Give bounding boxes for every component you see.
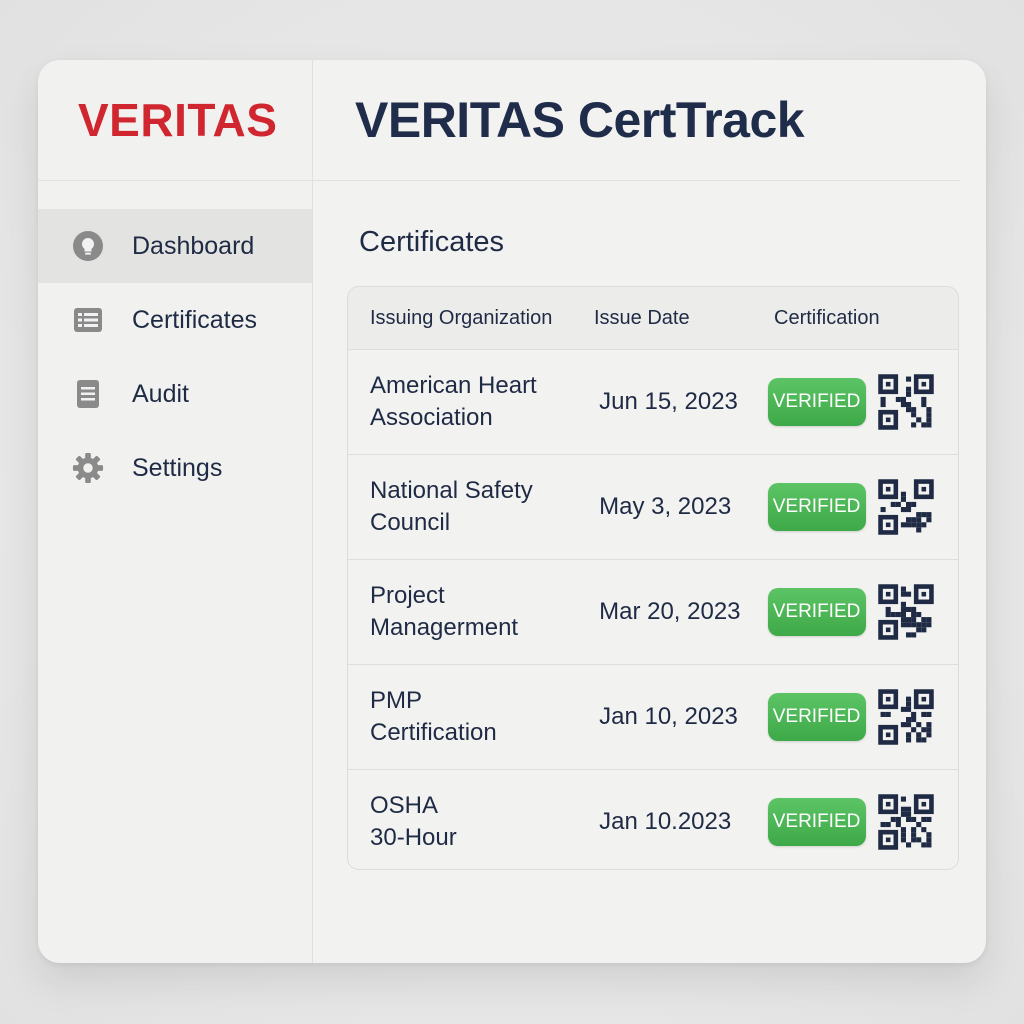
date-cell: Mar 20, 2023	[599, 598, 741, 625]
table-row[interactable]: Project Managerment Mar 20, 2023 VERIFIE…	[348, 560, 958, 665]
column-header-organization[interactable]: Issuing Organization	[348, 307, 572, 330]
list-icon	[72, 304, 104, 336]
date-cell: Jan 10.2023	[599, 808, 732, 835]
section-title: Certificates	[359, 226, 505, 258]
verified-badge[interactable]: VERIFIED	[767, 588, 866, 636]
sidebar-item-certificates[interactable]: Certificates	[38, 283, 312, 357]
table-row[interactable]: OSHA 30-Hour Jan 10.2023 VERIFIED	[348, 770, 958, 869]
document-icon	[72, 378, 104, 410]
main-content: VERITAS CertTrack Certificates Issuing O…	[313, 60, 986, 963]
table-row[interactable]: PMP Certification Jan 10, 2023 VERIFIED	[348, 665, 958, 770]
app-window: VERITAS Dashboard Certificates Audit Set…	[38, 60, 986, 963]
column-header-certification[interactable]: Certification	[752, 307, 958, 330]
verified-badge[interactable]: VERIFIED	[767, 693, 866, 741]
org-cell: OSHA 30-Hour	[370, 792, 457, 851]
column-header-issue-date[interactable]: Issue Date	[572, 307, 752, 330]
qr-code-icon[interactable]	[877, 794, 934, 850]
org-cell: National Safety Council	[370, 477, 533, 536]
sidebar-item-audit[interactable]: Audit	[38, 357, 312, 431]
sidebar-item-label: Audit	[132, 379, 189, 408]
org-cell: PMP Certification	[370, 687, 497, 746]
stage: VERITAS Dashboard Certificates Audit Set…	[0, 0, 1024, 1024]
table-header: Issuing Organization Issue Date Certific…	[348, 287, 958, 350]
page-title: VERITAS CertTrack	[355, 92, 805, 148]
qr-code-icon[interactable]	[877, 584, 934, 640]
certificates-table: Issuing Organization Issue Date Certific…	[347, 286, 959, 870]
date-cell: Jan 10, 2023	[599, 703, 738, 730]
main-header: VERITAS CertTrack	[313, 60, 960, 181]
date-cell: Jun 15, 2023	[599, 388, 738, 415]
verified-badge[interactable]: VERIFIED	[767, 378, 866, 426]
verified-badge[interactable]: VERIFIED	[767, 483, 866, 531]
org-cell: American Heart Association	[370, 372, 537, 431]
qr-code-icon[interactable]	[877, 479, 934, 535]
sidebar-item-settings[interactable]: Settings	[38, 431, 312, 505]
sidebar: VERITAS Dashboard Certificates Audit Set…	[38, 60, 313, 963]
table-row[interactable]: American Heart Association Jun 15, 2023 …	[348, 350, 958, 455]
brand-logo: VERITAS	[78, 94, 278, 146]
sidebar-item-label: Certificates	[132, 305, 258, 334]
date-cell: May 3, 2023	[599, 493, 732, 520]
verified-badge[interactable]: VERIFIED	[767, 798, 866, 846]
table-row[interactable]: National Safety Council May 3, 2023 VERI…	[348, 455, 958, 560]
org-cell: Project Managerment	[370, 582, 519, 641]
qr-code-icon[interactable]	[877, 374, 934, 430]
brand-area: VERITAS	[38, 60, 312, 181]
lightbulb-icon	[72, 230, 104, 262]
sidebar-nav: Dashboard Certificates Audit Settings	[38, 209, 312, 505]
sidebar-item-dashboard[interactable]: Dashboard	[38, 209, 312, 283]
qr-code-icon[interactable]	[877, 689, 934, 745]
sidebar-item-label: Settings	[132, 453, 223, 482]
gear-icon	[72, 452, 104, 484]
sidebar-item-label: Dashboard	[132, 231, 255, 260]
